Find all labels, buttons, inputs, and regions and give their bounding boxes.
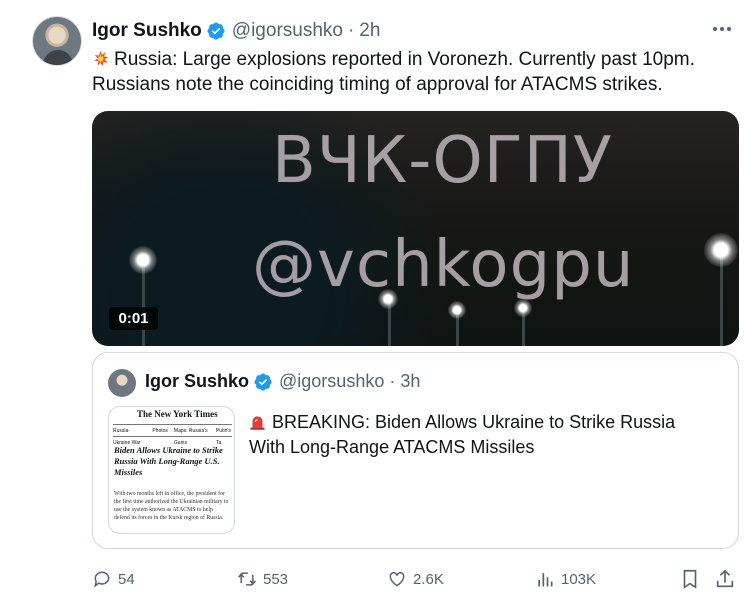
quoted-tweet-time: 3h xyxy=(400,371,421,391)
newspaper-nav-item: Maps: Russia's Gains xyxy=(173,428,208,446)
tweet-header: Igor Sushko @igorsushko · 2h xyxy=(92,18,380,44)
newspaper-nav-item: Photos xyxy=(152,428,168,434)
street-light xyxy=(378,289,398,309)
bookmark-icon[interactable] xyxy=(679,568,701,590)
views-chart-icon xyxy=(538,573,553,587)
article-body: With two months left in office, the pres… xyxy=(114,491,229,521)
repost-count: 553 xyxy=(263,570,289,588)
views-count: 103K xyxy=(561,570,597,588)
street-light xyxy=(704,233,738,267)
watermark-line-1: ВЧК-ОГПУ xyxy=(272,124,613,198)
quoted-tweet-text: BREAKING: Biden Allows Ukraine to Strike… xyxy=(249,412,676,457)
tweet-actions-bar: 54 553 2.6K 103K xyxy=(92,568,739,590)
quoted-tweet-header: Igor Sushko @igorsushko · 3h xyxy=(145,371,420,392)
tweet-text-block: Russia: Large explosions reported in Vor… xyxy=(92,47,730,97)
street-light xyxy=(514,299,532,317)
reply-count: 54 xyxy=(118,570,135,588)
police-light-icon xyxy=(250,416,265,430)
quoted-author-handle: @igorsushko xyxy=(279,371,385,391)
article-headline: Biden Allows Ukraine to Strike Russia Wi… xyxy=(114,445,223,477)
author-name[interactable]: Igor Sushko xyxy=(92,20,202,42)
separator-dot: · xyxy=(389,371,396,391)
repost-button[interactable]: 553 xyxy=(237,568,288,590)
news-article-thumbnail: The New York Times Russia-Ukraine War Ph… xyxy=(108,406,235,534)
share-icon[interactable] xyxy=(714,568,736,590)
author-handle[interactable]: @igorsushko xyxy=(232,20,343,42)
tweet-time[interactable]: 2h xyxy=(359,20,380,42)
street-light xyxy=(448,301,466,319)
quoted-author-avatar xyxy=(108,369,136,397)
more-options-icon[interactable] xyxy=(711,23,733,35)
video-player[interactable]: ВЧК-ОГПУ @vchkogpu 0:01 xyxy=(92,111,739,346)
street-pole xyxy=(720,256,723,346)
verified-badge-icon[interactable] xyxy=(206,21,226,41)
views-button[interactable]: 103K xyxy=(535,568,596,590)
watermark-line-2: @vchkogpu xyxy=(252,228,635,302)
separator-dot: · xyxy=(347,20,355,41)
newspaper-nav-item: Putin's Ta xyxy=(215,428,231,446)
repost-icon xyxy=(238,572,256,586)
street-light xyxy=(129,246,157,274)
verified-badge-icon xyxy=(254,372,272,391)
street-pole xyxy=(142,266,145,346)
like-count: 2.6K xyxy=(413,570,444,588)
tweet-text: Russia: Large explosions reported in Vor… xyxy=(92,49,695,95)
quoted-tweet-text-block: BREAKING: Biden Allows Ukraine to Strike… xyxy=(249,410,722,460)
quoted-author-name: Igor Sushko xyxy=(145,371,250,391)
like-button[interactable]: 2.6K xyxy=(387,568,444,590)
newspaper-nav-item: Russia-Ukraine War xyxy=(113,428,141,446)
newspaper-nav: Russia-Ukraine War Photos Maps: Russia's… xyxy=(113,424,232,446)
author-avatar[interactable] xyxy=(32,16,82,66)
video-duration-badge: 0:01 xyxy=(109,307,158,330)
collision-icon xyxy=(94,50,109,67)
newspaper-masthead: The New York Times xyxy=(137,409,218,419)
quoted-tweet[interactable]: Igor Sushko @igorsushko · 3h The New Yor… xyxy=(92,352,739,549)
reply-button[interactable]: 54 xyxy=(92,568,135,590)
reply-icon xyxy=(94,571,110,588)
heart-icon xyxy=(389,571,405,587)
